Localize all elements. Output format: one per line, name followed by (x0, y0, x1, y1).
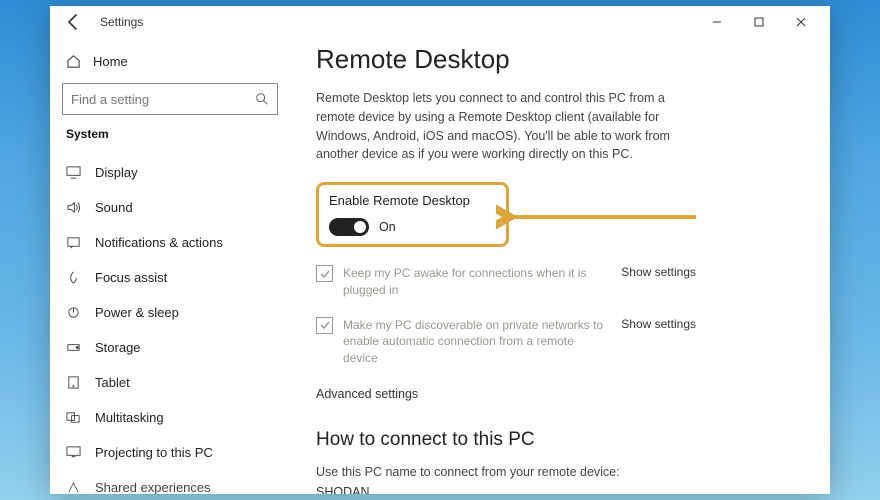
sidebar-item-notifications[interactable]: Notifications & actions (58, 225, 282, 260)
pc-name: SHODAN (316, 485, 804, 494)
connect-heading: How to connect to this PC (316, 429, 804, 451)
sidebar-item-sound[interactable]: Sound (58, 190, 282, 225)
sidebar-item-label: Focus assist (95, 270, 167, 285)
discoverable-text: Make my PC discoverable on private netwo… (343, 317, 611, 367)
enable-remote-desktop-label: Enable Remote Desktop (329, 193, 470, 208)
advanced-settings-link[interactable]: Advanced settings (316, 387, 804, 401)
minimize-button[interactable] (696, 7, 738, 37)
sidebar-item-label: Display (95, 165, 138, 180)
keep-awake-text: Keep my PC awake for connections when it… (343, 265, 611, 299)
sidebar-item-label: Shared experiences (95, 480, 211, 494)
sidebar-item-label: Power & sleep (95, 305, 179, 320)
sidebar-item-label: Tablet (95, 375, 130, 390)
sidebar-item-multitasking[interactable]: Multitasking (58, 400, 282, 435)
show-settings-link-2[interactable]: Show settings (621, 317, 696, 331)
sidebar-home-label: Home (93, 54, 128, 69)
titlebar: Settings (50, 6, 830, 38)
main-content: Remote Desktop Remote Desktop lets you c… (290, 38, 830, 494)
sidebar-item-storage[interactable]: Storage (58, 330, 282, 365)
sidebar: Home System Display Sound Notifications (50, 38, 290, 494)
show-settings-link-1[interactable]: Show settings (621, 265, 696, 279)
toggle-knob-icon (354, 221, 366, 233)
discoverable-checkbox[interactable] (316, 317, 333, 334)
sidebar-item-label: Projecting to this PC (95, 445, 213, 460)
storage-icon (66, 340, 81, 355)
sidebar-nav: Display Sound Notifications & actions Fo… (58, 155, 282, 494)
search-box[interactable] (62, 83, 278, 115)
sidebar-item-display[interactable]: Display (58, 155, 282, 190)
multitasking-icon (66, 410, 81, 425)
enable-remote-desktop-highlight: Enable Remote Desktop On (316, 182, 509, 247)
sidebar-item-focus-assist[interactable]: Focus assist (58, 260, 282, 295)
close-button[interactable] (780, 7, 822, 37)
window-title: Settings (100, 15, 143, 29)
sidebar-item-label: Sound (95, 200, 133, 215)
home-icon (66, 54, 81, 69)
keep-awake-checkbox[interactable] (316, 265, 333, 282)
sidebar-item-label: Notifications & actions (95, 235, 223, 250)
settings-window: Settings Home System Display (50, 6, 830, 494)
projecting-icon (66, 445, 81, 460)
back-button[interactable] (64, 12, 84, 32)
sidebar-item-projecting[interactable]: Projecting to this PC (58, 435, 282, 470)
maximize-button[interactable] (738, 7, 780, 37)
minimize-icon (712, 17, 722, 27)
sound-icon (66, 200, 81, 215)
shared-exp-icon (66, 480, 81, 494)
sidebar-home[interactable]: Home (58, 48, 282, 75)
annotation-arrow-icon (496, 204, 706, 230)
maximize-icon (754, 17, 764, 27)
check-icon (319, 319, 331, 331)
check-icon (319, 268, 331, 280)
connect-sub-label: Use this PC name to connect from your re… (316, 465, 804, 479)
focus-assist-icon (66, 270, 81, 285)
search-input[interactable] (71, 92, 255, 107)
sidebar-item-label: Multitasking (95, 410, 164, 425)
page-title: Remote Desktop (316, 44, 804, 75)
discoverable-row: Make my PC discoverable on private netwo… (316, 317, 696, 367)
description-text: Remote Desktop lets you connect to and c… (316, 89, 676, 164)
back-arrow-icon (64, 12, 84, 32)
sidebar-item-power-sleep[interactable]: Power & sleep (58, 295, 282, 330)
display-icon (66, 165, 81, 180)
search-icon (255, 92, 269, 106)
sidebar-item-shared-exp[interactable]: Shared experiences (58, 470, 282, 494)
sidebar-item-tablet[interactable]: Tablet (58, 365, 282, 400)
close-icon (796, 17, 806, 27)
enable-remote-desktop-toggle[interactable] (329, 218, 369, 236)
toggle-state-label: On (379, 220, 396, 234)
sidebar-item-label: Storage (95, 340, 141, 355)
power-icon (66, 305, 81, 320)
keep-awake-row: Keep my PC awake for connections when it… (316, 265, 696, 299)
tablet-icon (66, 375, 81, 390)
notifications-icon (66, 235, 81, 250)
sidebar-section-label: System (66, 127, 274, 141)
